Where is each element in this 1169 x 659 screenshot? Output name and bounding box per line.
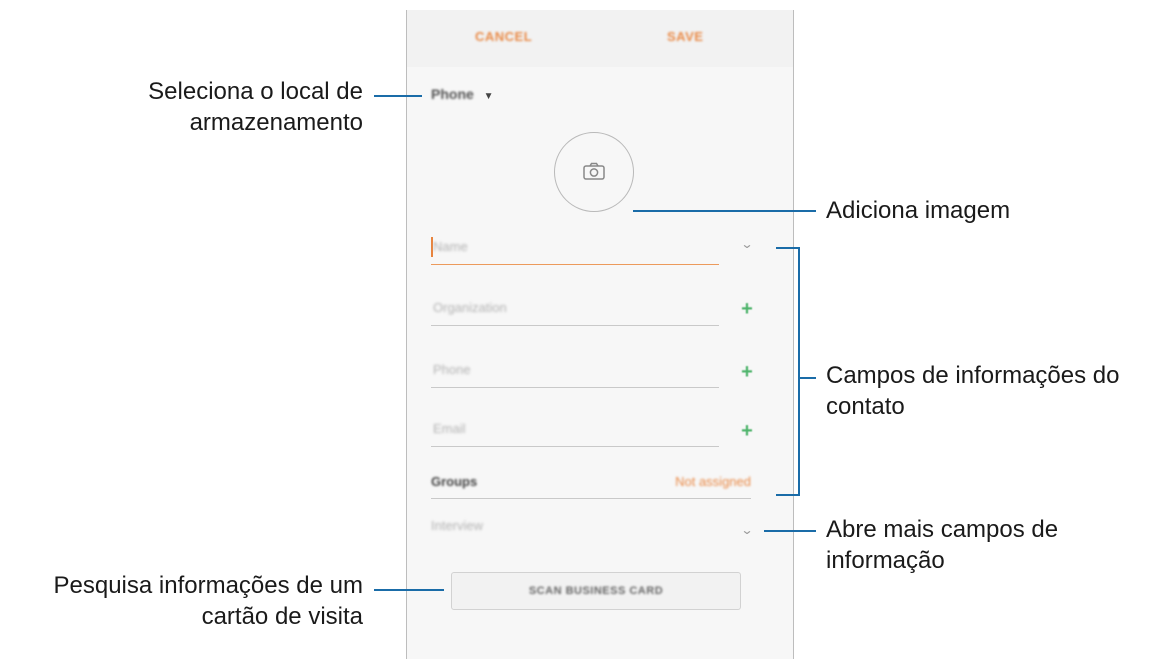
add-email-plus-icon[interactable]: + xyxy=(738,421,756,441)
callout-storage-line2: armazenamento xyxy=(189,109,363,136)
name-placeholder: Name xyxy=(433,239,468,254)
callout-more-fields: Abre mais campos de informação xyxy=(826,514,1058,576)
leader-line-add-image xyxy=(633,210,816,212)
callout-more-fields-line2: informação xyxy=(826,547,945,574)
expand-name-chevron-icon[interactable]: ⌄ xyxy=(740,237,753,251)
add-organization-plus-icon[interactable]: + xyxy=(738,299,756,319)
bracket-vertical xyxy=(798,247,800,496)
scan-button-label: SCAN BUSINESS CARD xyxy=(528,585,664,597)
groups-row[interactable]: Groups Not assigned xyxy=(431,465,751,499)
storage-location-selector[interactable]: Phone ▼ xyxy=(431,86,494,102)
bracket-bottom xyxy=(776,494,800,496)
callout-storage: Seleciona o local de armazenamento xyxy=(148,76,363,138)
camera-icon xyxy=(583,162,605,180)
callout-scan-card-line1: Pesquisa informações de um xyxy=(53,572,364,599)
field-underline xyxy=(431,498,751,499)
field-underline xyxy=(431,263,719,265)
action-bar: CANCEL SAVE xyxy=(407,10,793,67)
email-field[interactable]: Email xyxy=(431,413,719,447)
name-field[interactable]: Name xyxy=(431,231,719,265)
bracket-top xyxy=(776,247,800,249)
add-image-button[interactable] xyxy=(554,132,634,212)
leader-line-scan-card xyxy=(374,589,444,591)
email-placeholder: Email xyxy=(433,421,466,436)
more-fields-chevron-icon[interactable]: ⌄ xyxy=(740,523,753,537)
scan-business-card-button[interactable]: SCAN BUSINESS CARD xyxy=(451,572,741,610)
field-underline xyxy=(431,325,719,326)
leader-line-storage xyxy=(374,95,422,97)
field-underline xyxy=(431,387,719,388)
dropdown-arrow-icon: ▼ xyxy=(483,91,494,102)
organization-placeholder: Organization xyxy=(433,300,507,315)
save-button[interactable]: SAVE xyxy=(667,29,703,44)
leader-line-more-fields xyxy=(764,530,816,532)
callout-more-fields-line1: Abre mais campos de xyxy=(826,516,1059,543)
field-underline xyxy=(431,446,719,447)
leader-line-contact-fields xyxy=(798,377,816,379)
callout-contact-fields: Campos de informações do contato xyxy=(826,360,1119,422)
callout-scan-card-line2: cartão de visita xyxy=(201,603,363,630)
callout-scan-card: Pesquisa informações de um cartão de vis… xyxy=(54,570,364,632)
phone-screen: CANCEL SAVE Phone ▼ Name ⌄ Organization … xyxy=(406,10,794,659)
callout-storage-line1: Seleciona o local de xyxy=(148,78,363,105)
add-phone-plus-icon[interactable]: + xyxy=(738,362,756,382)
organization-field[interactable]: Organization xyxy=(431,292,719,326)
phone-field[interactable]: Phone xyxy=(431,354,719,388)
groups-label: Groups xyxy=(431,474,478,489)
callout-add-image: Adiciona imagem xyxy=(826,197,1011,224)
callout-contact-fields-line1: Campos de informações do xyxy=(826,362,1120,389)
storage-label: Phone xyxy=(431,86,474,102)
callout-contact-fields-line2: contato xyxy=(826,393,905,420)
cancel-button[interactable]: CANCEL xyxy=(475,29,532,44)
groups-value: Not assigned xyxy=(675,474,751,489)
more-fields-label: Interview xyxy=(431,518,484,533)
phone-placeholder: Phone xyxy=(433,362,471,377)
